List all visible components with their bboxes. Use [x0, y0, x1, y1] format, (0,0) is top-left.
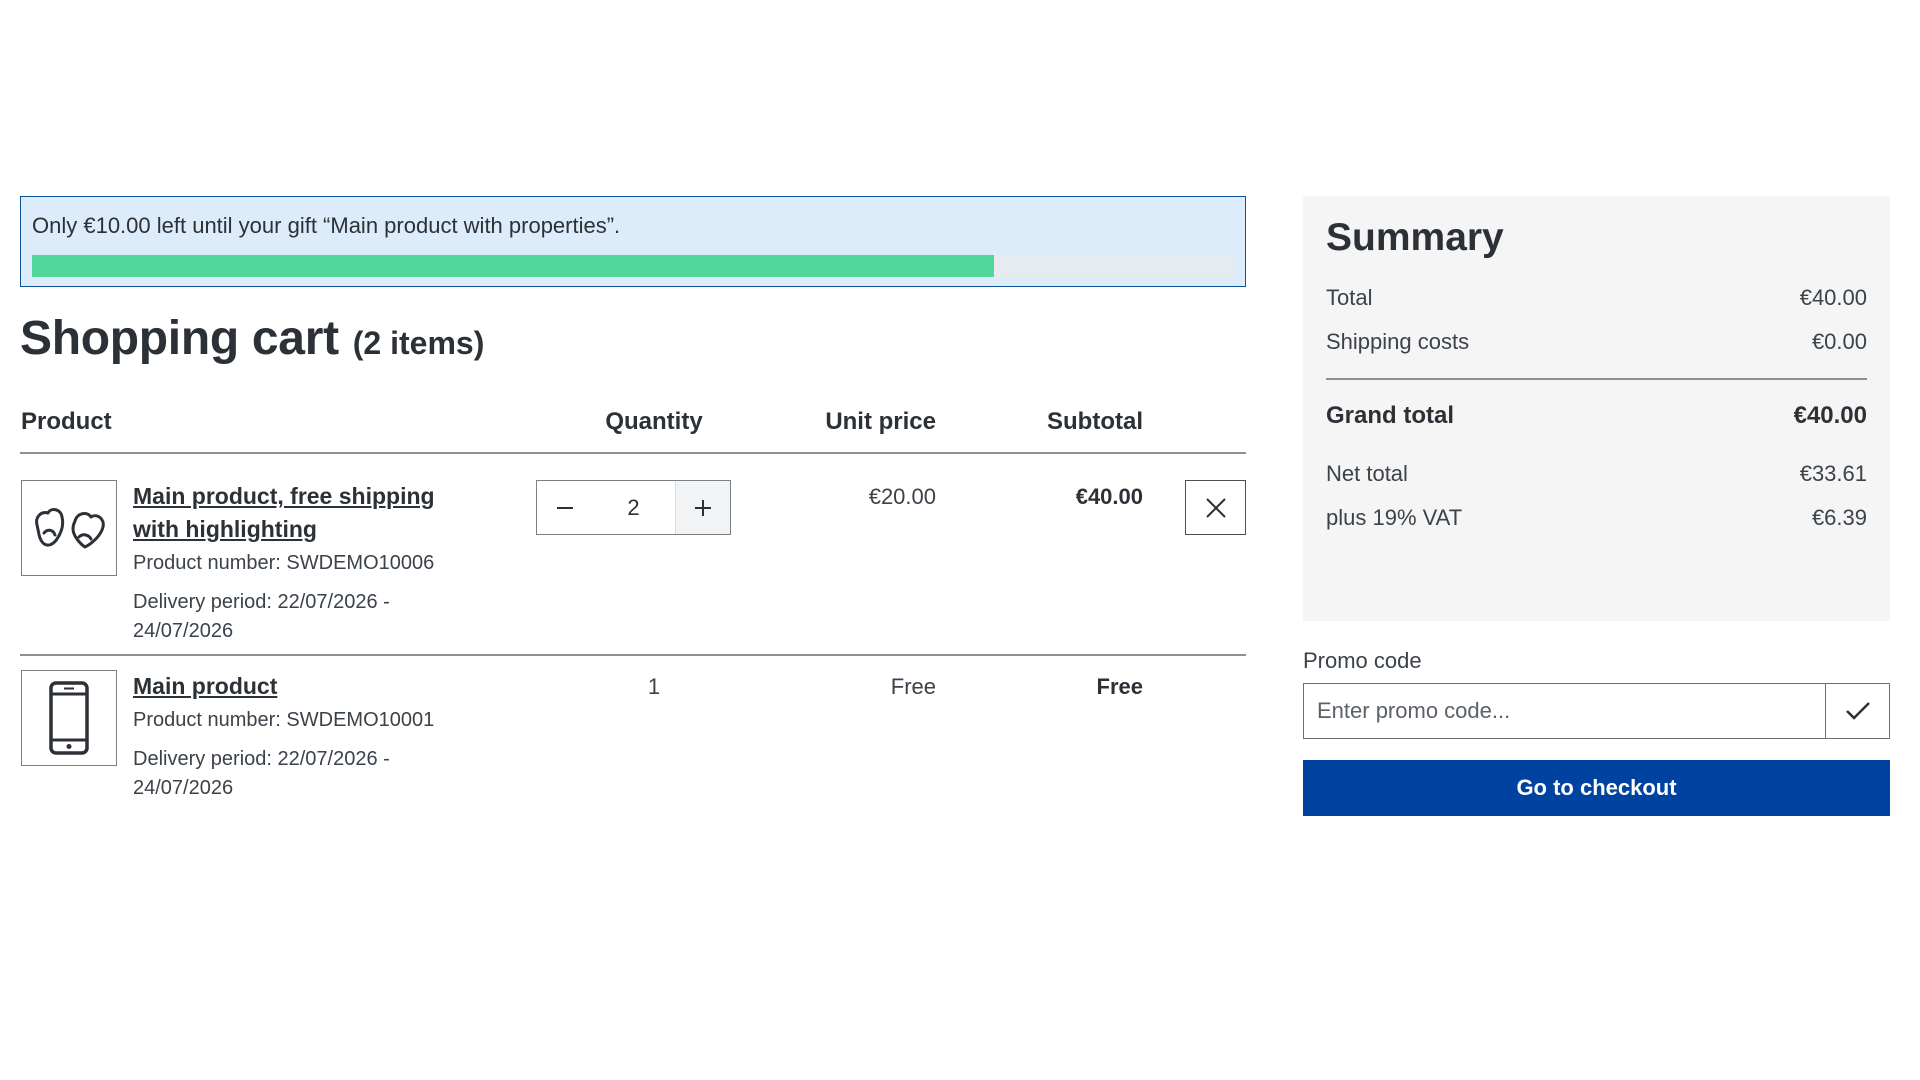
apply-promo-button[interactable]	[1825, 684, 1889, 738]
shipping-label: Shipping costs	[1326, 329, 1470, 354]
header-subtotal: Subtotal	[1047, 408, 1143, 435]
smartphone-icon	[49, 681, 89, 755]
product-name-link[interactable]: Main product, free shipping with highlig…	[133, 480, 473, 546]
summary-grand-total-row: Grand total €40.00	[1326, 394, 1867, 438]
unit-price: Free	[890, 674, 936, 699]
product-number: Product number: SWDEMO10001	[133, 709, 435, 731]
line-subtotal: Free	[1096, 674, 1143, 699]
close-icon	[1205, 497, 1226, 518]
summary-title: Summary	[1326, 216, 1504, 259]
product-name-link[interactable]: Main product	[133, 670, 473, 703]
table-row: Main product Product number: SWDEMO10001…	[20, 656, 1246, 816]
grand-total-value: €40.00	[1793, 402, 1867, 429]
checkout-button[interactable]: Go to checkout	[1303, 760, 1890, 816]
decrease-quantity-button[interactable]	[537, 481, 592, 534]
summary-net-total-row: Net total €33.61	[1326, 452, 1867, 496]
gift-message: Only €10.00 left until your gift “Main p…	[32, 213, 621, 238]
net-total-label: Net total	[1326, 461, 1408, 486]
gift-progress-bar	[32, 255, 1234, 278]
table-row: Main product, free shipping with highlig…	[20, 454, 1246, 656]
line-subtotal: €40.00	[1075, 484, 1143, 509]
vat-value: €6.39	[1811, 505, 1867, 530]
product-image[interactable]	[21, 480, 117, 576]
checkmark-icon	[1845, 702, 1870, 720]
page-title: Shopping cart	[20, 312, 339, 365]
gift-progress-fill	[32, 255, 994, 278]
delivery-period: Delivery period: 22/07/2026 - 24/07/2026	[133, 591, 390, 642]
grand-total-label: Grand total	[1326, 402, 1455, 429]
cart-column: Only €10.00 left until your gift “Main p…	[20, 196, 1246, 816]
product-info: Main product Product number: SWDEMO10001…	[133, 670, 473, 803]
delivery-period: Delivery period: 22/07/2026 - 24/07/2026	[133, 748, 390, 799]
increase-quantity-button[interactable]	[675, 481, 730, 534]
summary-vat-row: plus 19% VAT €6.39	[1326, 496, 1867, 540]
product-number: Product number: SWDEMO10006	[133, 552, 435, 574]
order-summary: Summary Total €40.00 Shipping costs €0.0…	[1303, 196, 1890, 621]
minus-icon	[556, 506, 573, 509]
total-value: €40.00	[1799, 285, 1867, 310]
gift-progress-banner: Only €10.00 left until your gift “Main p…	[20, 196, 1246, 287]
quantity-stepper[interactable]: 2	[536, 480, 731, 535]
promo-code-input[interactable]	[1304, 684, 1825, 738]
header-product: Product	[21, 408, 112, 435]
net-total-value: €33.61	[1799, 461, 1867, 486]
product-info: Main product, free shipping with highlig…	[133, 480, 473, 646]
gloves-icon	[35, 508, 105, 549]
summary-shipping-row: Shipping costs €0.00	[1326, 320, 1867, 364]
promo-code-form	[1303, 683, 1890, 739]
promo-code-label: Promo code	[1303, 648, 1422, 673]
quantity-value[interactable]: 2	[592, 481, 675, 534]
total-label: Total	[1326, 285, 1373, 310]
quantity-value: 1	[647, 674, 661, 699]
header-unit-price: Unit price	[825, 408, 936, 435]
cart-table-header: Product Quantity Unit price Subtotal	[20, 394, 1246, 454]
remove-item-button[interactable]	[1185, 480, 1246, 535]
cart-heading: Shopping cart (2 items)	[20, 311, 1246, 366]
product-image[interactable]	[21, 670, 117, 766]
unit-price: €20.00	[868, 484, 936, 509]
shipping-value: €0.00	[1811, 329, 1867, 354]
summary-divider	[1326, 378, 1867, 380]
summary-total-row: Total €40.00	[1326, 276, 1867, 320]
cart-item-count: (2 items)	[352, 325, 485, 361]
plus-icon	[695, 499, 711, 516]
vat-label: plus 19% VAT	[1326, 505, 1463, 530]
header-quantity: Quantity	[605, 408, 703, 435]
